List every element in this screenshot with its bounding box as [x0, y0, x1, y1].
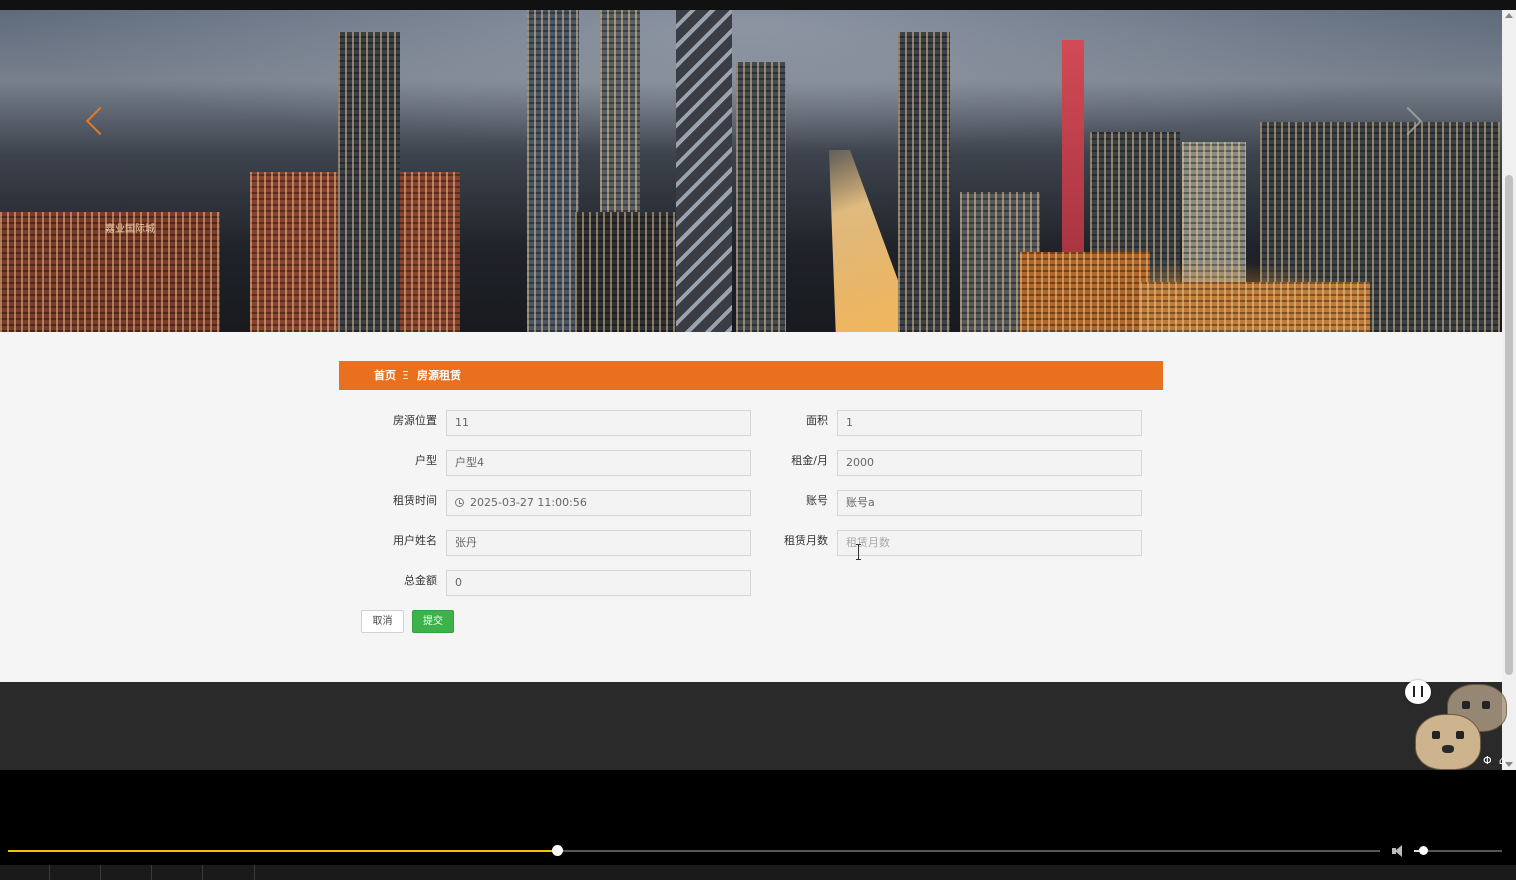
submit-button[interactable]: 提交: [412, 610, 454, 633]
carousel-next-arrow-icon[interactable]: [1398, 105, 1424, 141]
rent-label: 租金/月: [791, 454, 828, 467]
page-scrollbar[interactable]: [1502, 10, 1516, 770]
video-player-bar: [0, 836, 1516, 880]
player-control-slot[interactable]: [203, 865, 255, 880]
seek-bar-handle[interactable]: [551, 845, 563, 856]
scroll-up-icon[interactable]: [1505, 13, 1513, 18]
rent-input[interactable]: 2000: [837, 450, 1142, 476]
building: [527, 10, 579, 332]
total-input[interactable]: 0: [446, 570, 751, 596]
scroll-thumb[interactable]: [1505, 175, 1513, 675]
area-input[interactable]: 1: [837, 410, 1142, 436]
rent-time-input[interactable]: 2025-03-27 11:00:56: [446, 490, 751, 516]
layout-input[interactable]: 户型4: [446, 450, 751, 476]
building: [1020, 252, 1150, 332]
months-label: 租赁月数: [784, 534, 828, 547]
rent-time-value: 2025-03-27 11:00:56: [470, 496, 587, 509]
location-label: 房源位置: [393, 414, 437, 427]
dog-nose: [1442, 745, 1454, 753]
window-top-bar: [0, 0, 1516, 10]
seek-bar[interactable]: [8, 845, 1380, 856]
dog-eye: [1432, 731, 1440, 739]
breadcrumb: 首页 Ξ 房源租赁: [339, 361, 1163, 390]
player-control-slot[interactable]: [152, 865, 203, 880]
clock-icon: [455, 498, 464, 507]
dog-mascot-icon[interactable]: [1415, 714, 1481, 770]
mascot-widget[interactable]: Φ ⌂: [1405, 680, 1516, 772]
page: 嘉业国际城 首页 Ξ 房源租赁 房源位置 11 面积 1 户型 户型4 租金/月…: [0, 10, 1502, 770]
mascot-toggle-icon[interactable]: Φ: [1483, 754, 1492, 767]
building: [736, 62, 786, 332]
user-name-input[interactable]: 张丹: [446, 530, 751, 556]
player-control-slot[interactable]: [50, 865, 101, 880]
cancel-button[interactable]: 取消: [361, 610, 404, 633]
building: [338, 32, 400, 332]
building: [676, 10, 732, 332]
mascot-pin-icon[interactable]: ⌂: [1499, 754, 1506, 767]
text-cursor-icon: [856, 544, 862, 560]
layout-label: 户型: [415, 454, 437, 467]
banner-carousel: 嘉业国际城: [0, 10, 1502, 332]
breadcrumb-current: 房源租赁: [417, 369, 461, 382]
volume-icon[interactable]: [1392, 844, 1408, 858]
area-label: 面积: [806, 414, 828, 427]
user-name-label: 用户姓名: [393, 534, 437, 547]
total-label: 总金额: [404, 574, 437, 587]
rent-time-label: 租赁时间: [393, 494, 437, 507]
footer: [0, 682, 1502, 770]
building: [898, 32, 950, 332]
carousel-prev-arrow-icon[interactable]: [82, 105, 108, 141]
player-control-slot[interactable]: [0, 865, 50, 880]
mascot-menu-button[interactable]: [1405, 680, 1431, 704]
location-input[interactable]: 11: [446, 410, 751, 436]
dog-eye: [1462, 701, 1470, 709]
player-control-slot[interactable]: [101, 865, 152, 880]
volume-handle[interactable]: [1418, 846, 1428, 855]
seek-bar-progress: [8, 850, 557, 852]
account-input[interactable]: 账号a: [837, 490, 1142, 516]
account-label: 账号: [806, 494, 828, 507]
breadcrumb-home-link[interactable]: 首页: [374, 361, 396, 390]
months-input[interactable]: 租赁月数: [837, 530, 1142, 556]
dog-eye: [1456, 731, 1464, 739]
breadcrumb-separator: Ξ: [402, 369, 409, 382]
building: [1140, 282, 1370, 332]
dog-eye: [1482, 701, 1490, 709]
building-sign: 嘉业国际城: [105, 224, 155, 235]
player-control-strip: [0, 865, 1516, 880]
volume-slider[interactable]: [1414, 846, 1502, 855]
